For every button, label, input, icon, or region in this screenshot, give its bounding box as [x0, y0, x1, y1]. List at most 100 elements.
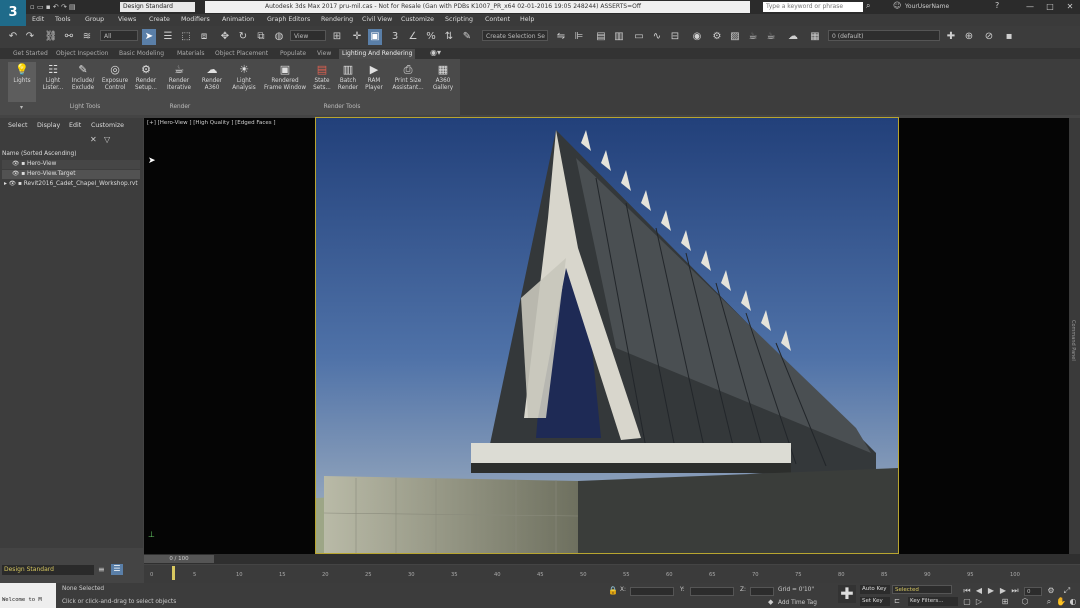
light-analysis-button[interactable]: ☀ Light Analysis	[230, 62, 258, 102]
angle-snap-icon[interactable]: ∠	[406, 29, 420, 45]
zoom-icon[interactable]: ⌕	[1044, 597, 1054, 607]
keyboard-shortcut-toggle-icon[interactable]: ▣	[368, 29, 382, 45]
toolbar-options-icon[interactable]: ▪	[1002, 29, 1016, 45]
previous-frame-icon[interactable]: ◀	[974, 586, 984, 596]
search-icon[interactable]: ⌕	[866, 1, 870, 11]
rendered-frame-window-button[interactable]: ▣ Rendered Frame Window	[262, 62, 308, 102]
time-tag-icon[interactable]: ◆	[768, 598, 773, 606]
menu-help[interactable]: Help	[520, 16, 534, 26]
ribbon-toggle-icon[interactable]: ▭	[632, 29, 646, 45]
a360-gallery-button[interactable]: ▦ A360 Gallery	[430, 62, 456, 102]
maxscript-text[interactable]: Welcome to M	[2, 597, 42, 603]
mirror-icon[interactable]: ⇋	[554, 29, 568, 45]
x-coordinate-field[interactable]	[630, 587, 674, 596]
tab-object-inspection[interactable]: Object Inspection	[53, 49, 111, 59]
eye-icon[interactable]: 👁	[9, 181, 16, 187]
select-manipulate-icon[interactable]: ✛	[350, 29, 364, 45]
tab-get-started[interactable]: Get Started	[10, 49, 51, 59]
scene-explorer-icon[interactable]: ▤	[594, 29, 608, 45]
user-icon[interactable]: ☺	[893, 1, 901, 10]
light-lister-button[interactable]: ☷ Light Lister...	[40, 62, 66, 102]
command-panel-label[interactable]: Command Panel	[1070, 320, 1076, 361]
key-filters-button[interactable]: Key Filters...	[908, 597, 958, 606]
ram-player-button[interactable]: ▶ RAM Player	[362, 62, 386, 102]
menu-civil-view[interactable]: Civil View	[362, 16, 392, 26]
orbit-icon[interactable]: ◐	[1068, 597, 1078, 607]
add-time-tag[interactable]: Add Time Tag	[778, 600, 817, 606]
scale-icon[interactable]: ⧉	[254, 29, 268, 45]
tab-lighting-and-rendering[interactable]: Lighting And Rendering	[339, 49, 416, 59]
ribbon-options-icon[interactable]: ◉▾	[430, 48, 441, 57]
layer-dropdown[interactable]: 0 (default)	[828, 30, 940, 41]
material-editor-icon[interactable]: ◉	[690, 29, 704, 45]
layer-manager-icon[interactable]: ▦	[808, 29, 822, 45]
rectangular-selection-icon[interactable]: ⬚	[179, 29, 193, 45]
go-to-end-icon[interactable]: ⏭	[1010, 586, 1020, 596]
select-by-name-icon[interactable]: ☰	[161, 29, 175, 45]
redo-icon[interactable]: ↷	[61, 3, 67, 11]
menu-customize[interactable]: Customize	[401, 16, 434, 26]
maximize-viewport-icon[interactable]: ⤢	[1062, 586, 1072, 596]
key-mode-icon[interactable]: ⊏	[894, 597, 900, 605]
batch-render-button[interactable]: ▥ Batch Render	[336, 62, 360, 102]
help-icon[interactable]: ?	[995, 1, 999, 10]
time-slider-bar[interactable]	[144, 554, 1080, 564]
tab-materials[interactable]: Materials	[174, 49, 208, 59]
redo-icon[interactable]: ↷	[23, 29, 37, 45]
user-name[interactable]: YourUserName	[905, 2, 975, 12]
zoom-extents-icon[interactable]: ▢	[962, 597, 972, 607]
workspace-bottom-select[interactable]: Design Standard	[2, 565, 94, 575]
render-cloud-icon[interactable]: ☁	[786, 29, 800, 45]
close-button[interactable]: ✕	[1064, 1, 1076, 12]
menu-content[interactable]: Content	[485, 16, 510, 26]
reference-coordinate-dropdown[interactable]: View	[290, 30, 326, 41]
auto-key-button[interactable]: Auto Key	[860, 585, 890, 594]
save-file-icon[interactable]: ▪	[46, 3, 51, 11]
snaps-toggle-icon[interactable]: 3	[388, 29, 402, 45]
select-in-layer-icon[interactable]: ⊕	[962, 29, 976, 45]
new-file-icon[interactable]: ▫	[30, 3, 35, 11]
window-crossing-icon[interactable]: ⧈	[197, 29, 211, 45]
viewport-label[interactable]: [+] [Hero-View ] [High Quality ] [Edged …	[147, 120, 276, 126]
tab-populate[interactable]: Populate	[277, 49, 309, 59]
render-iterative-button[interactable]: ☕ Render Iterative	[164, 62, 194, 102]
scene-menu-customize[interactable]: Customize	[91, 122, 124, 129]
rotate-icon[interactable]: ↻	[236, 29, 250, 45]
expand-arrow-icon[interactable]: ▸	[4, 181, 7, 187]
layer-explorer-icon[interactable]: ▥	[612, 29, 626, 45]
search-input[interactable]: Type a keyword or phrase	[763, 2, 863, 12]
project-folder-icon[interactable]: ▤	[69, 3, 76, 11]
eye-icon[interactable]: 👁	[12, 171, 19, 177]
rendered-view[interactable]	[315, 117, 899, 554]
tab-object-placement[interactable]: Object Placement	[212, 49, 271, 59]
go-to-start-icon[interactable]: ⏮	[962, 586, 972, 596]
maxscript-listener[interactable]	[0, 583, 56, 608]
menu-animation[interactable]: Animation	[222, 16, 254, 26]
set-current-layer-icon[interactable]: ⊘	[982, 29, 996, 45]
align-icon[interactable]: ⊫	[572, 29, 586, 45]
percent-snap-icon[interactable]: %	[424, 29, 438, 45]
close-filter-icon[interactable]: ✕	[90, 135, 97, 144]
hierarchy-toggle-icon[interactable]: ☰	[111, 564, 123, 575]
select-object-icon[interactable]: ➤	[142, 29, 156, 45]
spinner-snap-icon[interactable]: ⇅	[442, 29, 456, 45]
tab-basic-modeling[interactable]: Basic Modeling	[116, 49, 167, 59]
link-icon[interactable]: ⛓	[44, 29, 58, 45]
list-item[interactable]: ▸ 👁 ▪ Revit2016_Cadet_Chapel_Workshop.rv…	[2, 180, 140, 189]
curve-editor-icon[interactable]: ∿	[650, 29, 664, 45]
render-a360-button[interactable]: ☁ Render A360	[198, 62, 226, 102]
menu-edit[interactable]: Edit	[32, 16, 44, 26]
eye-icon[interactable]: 👁	[12, 161, 19, 167]
lock-selection-icon[interactable]: 🔒	[608, 586, 618, 595]
edit-named-selection-icon[interactable]: ✎	[460, 29, 474, 45]
menu-rendering[interactable]: Rendering	[321, 16, 353, 26]
render-setup-button[interactable]: ⚙ Render Setup...	[132, 62, 160, 102]
menu-scripting[interactable]: Scripting	[445, 16, 473, 26]
open-file-icon[interactable]: ▭	[37, 3, 44, 11]
current-frame-field[interactable]: 0	[1024, 587, 1042, 596]
named-selection-set-dropdown[interactable]: Create Selection Se	[482, 30, 548, 41]
next-frame-icon[interactable]: ▶	[998, 586, 1008, 596]
pan-icon[interactable]: ✋	[1056, 597, 1066, 607]
render-iterative-icon[interactable]: ☕	[764, 29, 778, 45]
exposure-control-button[interactable]: ◎ Exposure Control	[100, 62, 130, 102]
